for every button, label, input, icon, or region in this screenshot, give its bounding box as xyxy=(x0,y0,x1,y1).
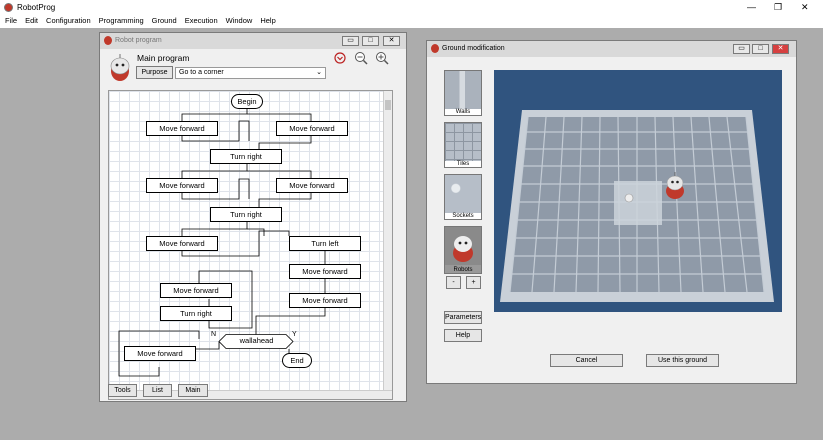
parameters-button[interactable]: Parameters xyxy=(444,311,482,324)
turn-right-node[interactable]: Turn right xyxy=(160,306,232,321)
menu-help[interactable]: Help xyxy=(260,15,275,28)
robot-icon[interactable] xyxy=(664,171,686,201)
zoom-plus-button[interactable]: + xyxy=(466,276,481,289)
robot-avatar-icon xyxy=(110,54,130,81)
close-icon[interactable]: ✕ xyxy=(383,36,400,46)
close-icon[interactable]: ✕ xyxy=(801,2,809,13)
tiles-tool-thumbnail xyxy=(445,123,481,161)
purpose-button[interactable]: Purpose xyxy=(136,66,173,79)
maximize-icon[interactable]: □ xyxy=(752,44,769,54)
move-forward-node[interactable]: Move forward xyxy=(124,346,196,361)
move-forward-node[interactable]: Move forward xyxy=(160,283,232,298)
menu-edit[interactable]: Edit xyxy=(25,15,38,28)
begin-node[interactable]: Begin xyxy=(231,94,263,109)
zoom-minus-button[interactable]: - xyxy=(446,276,461,289)
robot-program-window: Robot program ▭ □ ✕ Main program Purpose… xyxy=(99,32,407,402)
app-titlebar: RobotProg — ❐ ✕ xyxy=(0,0,823,15)
menu-ground[interactable]: Ground xyxy=(152,15,177,28)
move-forward-node[interactable]: Move forward xyxy=(289,264,361,279)
tiles-tool-label: Tiles xyxy=(456,161,470,167)
minimize-icon[interactable]: ▭ xyxy=(733,44,750,54)
walls-tool-thumbnail xyxy=(445,71,481,109)
sockets-tool-thumbnail xyxy=(445,175,481,213)
menu-configuration[interactable]: Configuration xyxy=(46,15,91,28)
program-window-caption[interactable]: Robot program ▭ □ ✕ xyxy=(100,33,406,49)
program-window-title: Robot program xyxy=(115,37,162,44)
robots-tool[interactable]: Robots xyxy=(444,226,482,274)
move-forward-node[interactable]: Move forward xyxy=(146,178,218,193)
ground-window-caption[interactable]: Ground modification ▭ □ ✕ xyxy=(427,41,796,57)
end-node[interactable]: End xyxy=(282,353,312,368)
move-forward-node[interactable]: Move forward xyxy=(276,178,348,193)
walls-tool[interactable]: Walls xyxy=(444,70,482,116)
zoom-out-icon[interactable] xyxy=(354,51,368,65)
restore-icon[interactable]: ❐ xyxy=(774,2,782,13)
move-forward-node[interactable]: Move forward xyxy=(146,236,218,251)
wallahead-condition-node[interactable]: wallahead xyxy=(219,334,294,349)
cancel-button[interactable]: Cancel xyxy=(550,354,623,367)
chevron-down-icon: ⌄ xyxy=(316,69,322,76)
help-button[interactable]: Help xyxy=(444,329,482,342)
sockets-tool[interactable]: Sockets xyxy=(444,174,482,220)
walls-tool-label: Walls xyxy=(455,109,471,115)
ground-3d-view[interactable] xyxy=(494,70,782,312)
scroll-thumb[interactable] xyxy=(385,100,391,110)
minimize-icon[interactable]: ▭ xyxy=(342,36,359,46)
purpose-select[interactable]: Go to a corner ⌄ xyxy=(175,67,326,79)
tiles-tool[interactable]: Tiles xyxy=(444,122,482,168)
condition-yes-label: Y xyxy=(292,331,297,338)
move-forward-node[interactable]: Move forward xyxy=(289,293,361,308)
use-this-ground-button[interactable]: Use this ground xyxy=(646,354,719,367)
close-icon[interactable]: ✕ xyxy=(772,44,789,54)
turn-right-node[interactable]: Turn right xyxy=(210,149,282,164)
purpose-select-value: Go to a corner xyxy=(179,69,224,76)
move-forward-node[interactable]: Move forward xyxy=(146,121,218,136)
menu-file[interactable]: File xyxy=(5,15,17,28)
ground-window-title: Ground modification xyxy=(442,45,505,52)
ground-modification-window: Ground modification ▭ □ ✕ Walls Tiles So… xyxy=(426,40,797,384)
move-forward-node[interactable]: Move forward xyxy=(276,121,348,136)
zoom-in-icon[interactable] xyxy=(375,51,389,65)
program-name-label: Main program xyxy=(137,53,190,63)
sockets-tool-label: Sockets xyxy=(452,213,474,219)
turn-right-node[interactable]: Turn right xyxy=(210,207,282,222)
menu-bar: File Edit Configuration Programming Grou… xyxy=(0,15,823,28)
robot-icon xyxy=(431,44,439,53)
main-button[interactable]: Main xyxy=(178,384,208,397)
tools-button[interactable]: Tools xyxy=(108,384,137,397)
menu-execution[interactable]: Execution xyxy=(185,15,218,28)
robot-icon xyxy=(104,36,112,45)
vertical-scrollbar[interactable] xyxy=(383,91,392,399)
robots-tool-label: Robots xyxy=(453,267,473,273)
minimize-icon[interactable]: — xyxy=(747,2,756,12)
condition-no-label: N xyxy=(211,331,217,338)
run-icon[interactable] xyxy=(334,52,346,64)
turn-left-node[interactable]: Turn left xyxy=(289,236,361,251)
maximize-icon[interactable]: □ xyxy=(362,36,379,46)
program-flowchart-canvas[interactable]: Begin Move forward Move forward Turn rig… xyxy=(108,90,393,400)
robot-app-icon xyxy=(4,3,13,12)
robot-icon xyxy=(445,227,481,265)
menu-window[interactable]: Window xyxy=(226,15,253,28)
list-button[interactable]: List xyxy=(143,384,172,397)
ground-board xyxy=(500,110,774,302)
app-title: RobotProg xyxy=(17,3,56,12)
menu-programming[interactable]: Programming xyxy=(99,15,144,28)
